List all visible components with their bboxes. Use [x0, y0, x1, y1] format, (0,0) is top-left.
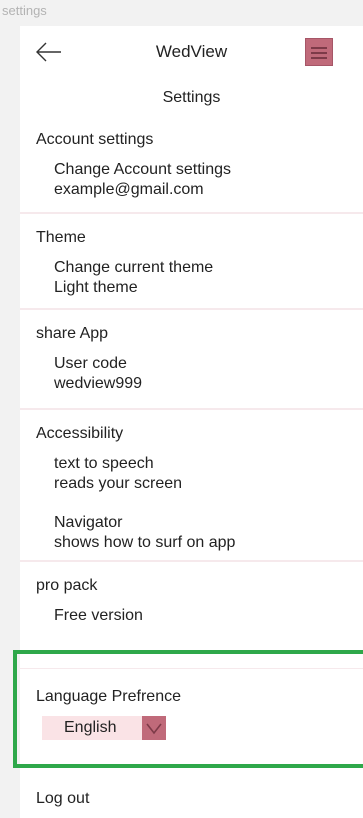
language-highlight-box: [13, 650, 363, 768]
top-bar: WedView: [20, 26, 363, 80]
account-settings-section: Account settings Change Account settings…: [20, 116, 363, 214]
change-account-settings-item[interactable]: Change Account settings example@gmail.co…: [54, 160, 363, 200]
window-label: settings: [2, 3, 47, 18]
theme-section: Theme Change current theme Light theme: [20, 214, 363, 310]
change-theme-item[interactable]: Change current theme Light theme: [54, 258, 363, 298]
page-title: Settings: [162, 89, 221, 106]
pro-pack-title: pro pack: [36, 577, 98, 594]
navigator-item[interactable]: Navigator shows how to surf on app: [54, 513, 363, 553]
language-preference-title: Language Prefrence: [36, 688, 181, 705]
settings-screen: WedView Settings Account settings Change…: [13, 26, 363, 818]
accessibility-section: Accessibility text to speech reads your …: [20, 410, 363, 562]
change-theme-label: Change current theme: [54, 259, 214, 276]
user-code-item[interactable]: User code wedview999: [54, 354, 363, 394]
share-app-title: share App: [36, 325, 109, 342]
logout-button[interactable]: Log out: [36, 790, 89, 808]
navigator-desc: shows how to surf on app: [54, 534, 236, 551]
text-to-speech-label: text to speech: [54, 455, 154, 472]
share-app-section: share App User code wedview999: [20, 310, 363, 410]
pro-pack-section: pro pack Free version: [20, 562, 363, 638]
language-selected-value: English: [64, 719, 117, 736]
free-version-item[interactable]: Free version: [54, 606, 363, 626]
user-code-label: User code: [54, 355, 127, 372]
text-to-speech-desc: reads your screen: [54, 475, 183, 492]
user-code-value: wedview999: [54, 375, 143, 392]
accessibility-title: Accessibility: [36, 425, 124, 442]
menu-button[interactable]: [305, 38, 333, 66]
current-theme-value: Light theme: [54, 279, 138, 296]
account-settings-title: Account settings: [36, 131, 154, 148]
language-select[interactable]: English: [42, 716, 166, 740]
navigator-label: Navigator: [54, 514, 123, 531]
change-account-settings-label: Change Account settings: [54, 161, 232, 178]
text-to-speech-item[interactable]: text to speech reads your screen: [54, 454, 363, 494]
chevron-down-icon: [146, 723, 162, 735]
account-email-value: example@gmail.com: [54, 181, 204, 198]
theme-title: Theme: [36, 229, 86, 246]
plan-value: Free version: [54, 607, 143, 624]
dropdown-toggle[interactable]: [142, 716, 166, 740]
